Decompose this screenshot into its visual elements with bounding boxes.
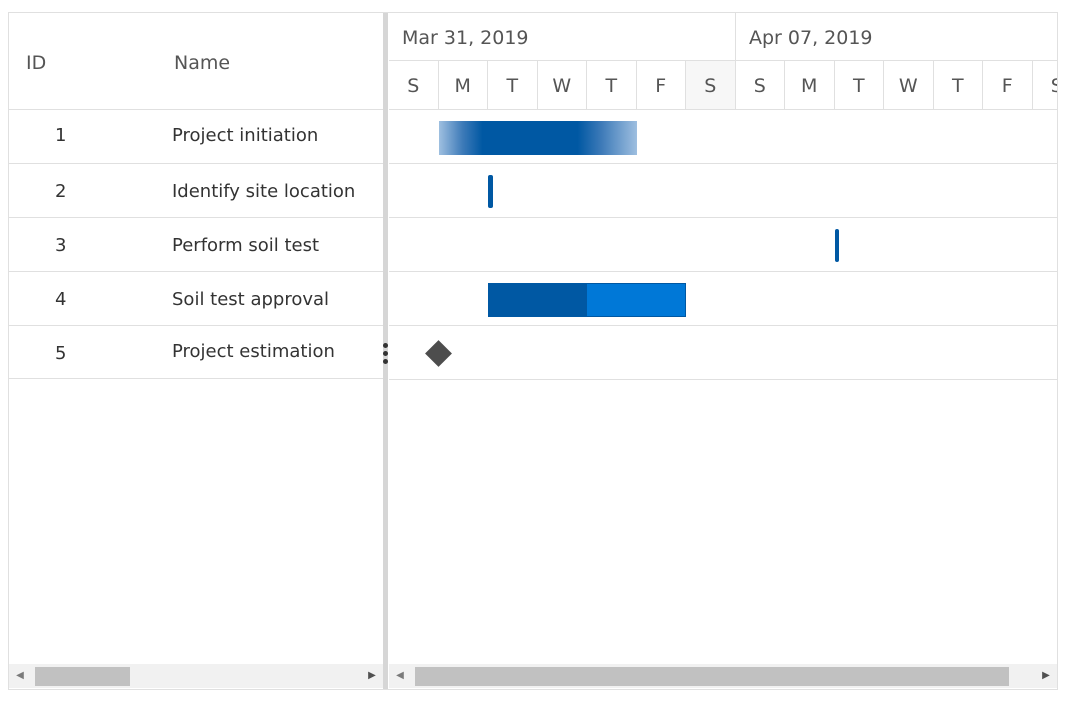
- triangle-left-icon[interactable]: ◀: [11, 664, 29, 688]
- cell-id: 2: [55, 181, 67, 202]
- day-label: M: [801, 75, 818, 97]
- chart-pane: Mar 31, 2019 Apr 07, 2019 S M T W T F S …: [389, 13, 1057, 689]
- timeline-week: Apr 07, 2019: [736, 13, 1057, 61]
- timeline-day: S: [686, 61, 736, 109]
- cell-id: 4: [55, 289, 67, 310]
- task-bar-identify-site-location[interactable]: [488, 175, 493, 208]
- grid-scroll-thumb[interactable]: [35, 667, 130, 686]
- timeline-day: F: [637, 61, 686, 109]
- day-label: T: [951, 75, 964, 97]
- day-label: S: [704, 75, 717, 97]
- day-label: S: [1050, 75, 1057, 97]
- timeline-day: W: [884, 61, 934, 109]
- day-label: T: [506, 75, 519, 97]
- chart-scroll-thumb[interactable]: [415, 667, 1009, 686]
- triangle-left-icon[interactable]: ◀: [391, 664, 409, 688]
- cell-name: Perform soil test: [172, 235, 320, 256]
- timeline-day: T: [934, 61, 983, 109]
- timeline-day: F: [983, 61, 1033, 109]
- day-label: M: [454, 75, 471, 97]
- task-bar-project-initiation[interactable]: [439, 121, 637, 155]
- grid-row[interactable]: 4 Soil test approval: [9, 272, 383, 326]
- task-progress-bar: [489, 284, 587, 316]
- day-label: F: [1001, 75, 1013, 97]
- task-bar-perform-soil-test[interactable]: [835, 229, 839, 262]
- gantt-chart: ID Name 1 Project initiation 2 Identify …: [8, 12, 1058, 690]
- day-label: W: [552, 75, 572, 97]
- day-label: W: [898, 75, 918, 97]
- timeline-bottom-tier: S M T W T F S S M T W T F S: [389, 61, 1057, 110]
- day-label: T: [852, 75, 865, 97]
- grid-row[interactable]: 1 Project initiation: [9, 110, 383, 164]
- task-bar-soil-test-approval[interactable]: [488, 283, 686, 317]
- cell-id: 1: [55, 125, 67, 146]
- column-header-name[interactable]: Name: [174, 52, 230, 74]
- chart-row: [389, 326, 1057, 380]
- task-grid: ID Name 1 Project initiation 2 Identify …: [9, 13, 383, 689]
- cell-name: Soil test approval: [172, 289, 330, 310]
- grid-header: ID Name: [9, 13, 383, 110]
- timeline-day: W: [538, 61, 587, 109]
- timeline-day: T: [835, 61, 884, 109]
- timeline-top-tier: Mar 31, 2019 Apr 07, 2019: [389, 13, 1057, 61]
- triangle-right-icon[interactable]: ▶: [1037, 664, 1055, 688]
- timeline-day: S: [736, 61, 785, 109]
- day-label: S: [753, 75, 766, 97]
- triangle-right-icon[interactable]: ▶: [363, 664, 381, 688]
- timeline-day: S: [1033, 61, 1057, 109]
- week-label: Apr 07, 2019: [749, 27, 873, 49]
- cell-name: Project estimation: [172, 341, 335, 362]
- timeline-day: S: [389, 61, 439, 109]
- day-label: F: [655, 75, 667, 97]
- cell-id: 3: [55, 235, 67, 256]
- week-label: Mar 31, 2019: [402, 27, 529, 49]
- day-label: S: [407, 75, 420, 97]
- chart-horizontal-scrollbar[interactable]: ◀ ▶: [389, 664, 1057, 688]
- chart-row: [389, 218, 1057, 272]
- cell-name: Project initiation: [172, 125, 319, 146]
- timeline-day: M: [785, 61, 835, 109]
- column-header-id[interactable]: ID: [26, 52, 46, 74]
- cell-id: 5: [55, 343, 67, 364]
- grid-row[interactable]: 5 Project estimation: [9, 326, 383, 379]
- grid-row[interactable]: 3 Perform soil test: [9, 218, 383, 272]
- cell-name: Identify site location: [172, 181, 356, 202]
- grid-row[interactable]: 2 Identify site location: [9, 164, 383, 218]
- timeline-week: Mar 31, 2019: [389, 13, 736, 61]
- timeline-day: M: [439, 61, 488, 109]
- grid-horizontal-scrollbar[interactable]: ◀ ▶: [9, 664, 383, 688]
- timeline-day: T: [488, 61, 538, 109]
- day-label: T: [605, 75, 618, 97]
- timeline-day: T: [587, 61, 637, 109]
